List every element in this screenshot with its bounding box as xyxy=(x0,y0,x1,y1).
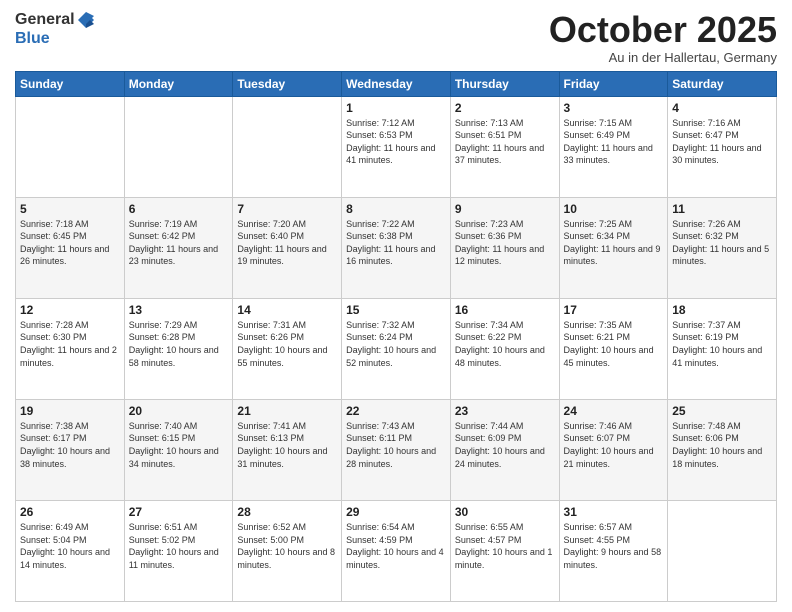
day-26: 26 Sunrise: 6:49 AM Sunset: 5:04 PM Dayl… xyxy=(16,500,125,601)
day-9: 9 Sunrise: 7:23 AM Sunset: 6:36 PM Dayli… xyxy=(450,197,559,298)
week-row-2: 5 Sunrise: 7:18 AM Sunset: 6:45 PM Dayli… xyxy=(16,197,777,298)
day-18: 18 Sunrise: 7:37 AM Sunset: 6:19 PM Dayl… xyxy=(668,298,777,399)
logo-general: General xyxy=(15,11,75,28)
day-8: 8 Sunrise: 7:22 AM Sunset: 6:38 PM Dayli… xyxy=(342,197,451,298)
col-friday: Friday xyxy=(559,71,668,96)
col-thursday: Thursday xyxy=(450,71,559,96)
day-3: 3 Sunrise: 7:15 AM Sunset: 6:49 PM Dayli… xyxy=(559,96,668,197)
day-5: 5 Sunrise: 7:18 AM Sunset: 6:45 PM Dayli… xyxy=(16,197,125,298)
day-6: 6 Sunrise: 7:19 AM Sunset: 6:42 PM Dayli… xyxy=(124,197,233,298)
day-28: 28 Sunrise: 6:52 AM Sunset: 5:00 PM Dayl… xyxy=(233,500,342,601)
empty-cell xyxy=(16,96,125,197)
day-7: 7 Sunrise: 7:20 AM Sunset: 6:40 PM Dayli… xyxy=(233,197,342,298)
week-row-4: 19 Sunrise: 7:38 AM Sunset: 6:17 PM Dayl… xyxy=(16,399,777,500)
header: General Blue October 2025 Au in der Hall… xyxy=(15,10,777,65)
day-4: 4 Sunrise: 7:16 AM Sunset: 6:47 PM Dayli… xyxy=(668,96,777,197)
empty-cell xyxy=(233,96,342,197)
page: General Blue October 2025 Au in der Hall… xyxy=(0,0,792,612)
day-10: 10 Sunrise: 7:25 AM Sunset: 6:34 PM Dayl… xyxy=(559,197,668,298)
week-row-5: 26 Sunrise: 6:49 AM Sunset: 5:04 PM Dayl… xyxy=(16,500,777,601)
day-31: 31 Sunrise: 6:57 AM Sunset: 4:55 PM Dayl… xyxy=(559,500,668,601)
week-row-3: 12 Sunrise: 7:28 AM Sunset: 6:30 PM Dayl… xyxy=(16,298,777,399)
day-30: 30 Sunrise: 6:55 AM Sunset: 4:57 PM Dayl… xyxy=(450,500,559,601)
day-15: 15 Sunrise: 7:32 AM Sunset: 6:24 PM Dayl… xyxy=(342,298,451,399)
day-20: 20 Sunrise: 7:40 AM Sunset: 6:15 PM Dayl… xyxy=(124,399,233,500)
day-1: 1 Sunrise: 7:12 AM Sunset: 6:53 PM Dayli… xyxy=(342,96,451,197)
week-row-1: 1 Sunrise: 7:12 AM Sunset: 6:53 PM Dayli… xyxy=(16,96,777,197)
day-19: 19 Sunrise: 7:38 AM Sunset: 6:17 PM Dayl… xyxy=(16,399,125,500)
logo: General Blue xyxy=(15,10,97,48)
day-11: 11 Sunrise: 7:26 AM Sunset: 6:32 PM Dayl… xyxy=(668,197,777,298)
logo-blue: Blue xyxy=(15,30,50,47)
day-14: 14 Sunrise: 7:31 AM Sunset: 6:26 PM Dayl… xyxy=(233,298,342,399)
col-saturday: Saturday xyxy=(668,71,777,96)
col-tuesday: Tuesday xyxy=(233,71,342,96)
day-27: 27 Sunrise: 6:51 AM Sunset: 5:02 PM Dayl… xyxy=(124,500,233,601)
day-21: 21 Sunrise: 7:41 AM Sunset: 6:13 PM Dayl… xyxy=(233,399,342,500)
empty-cell xyxy=(124,96,233,197)
title-block: October 2025 Au in der Hallertau, German… xyxy=(549,10,777,65)
day-22: 22 Sunrise: 7:43 AM Sunset: 6:11 PM Dayl… xyxy=(342,399,451,500)
day-25: 25 Sunrise: 7:48 AM Sunset: 6:06 PM Dayl… xyxy=(668,399,777,500)
calendar-table: Sunday Monday Tuesday Wednesday Thursday… xyxy=(15,71,777,602)
day-16: 16 Sunrise: 7:34 AM Sunset: 6:22 PM Dayl… xyxy=(450,298,559,399)
month-title: October 2025 xyxy=(549,10,777,50)
day-17: 17 Sunrise: 7:35 AM Sunset: 6:21 PM Dayl… xyxy=(559,298,668,399)
logo-icon xyxy=(76,10,96,30)
day-12: 12 Sunrise: 7:28 AM Sunset: 6:30 PM Dayl… xyxy=(16,298,125,399)
day-13: 13 Sunrise: 7:29 AM Sunset: 6:28 PM Dayl… xyxy=(124,298,233,399)
col-monday: Monday xyxy=(124,71,233,96)
day-29: 29 Sunrise: 6:54 AM Sunset: 4:59 PM Dayl… xyxy=(342,500,451,601)
location-subtitle: Au in der Hallertau, Germany xyxy=(549,50,777,65)
day-24: 24 Sunrise: 7:46 AM Sunset: 6:07 PM Dayl… xyxy=(559,399,668,500)
col-wednesday: Wednesday xyxy=(342,71,451,96)
day-2: 2 Sunrise: 7:13 AM Sunset: 6:51 PM Dayli… xyxy=(450,96,559,197)
empty-cell xyxy=(668,500,777,601)
day-23: 23 Sunrise: 7:44 AM Sunset: 6:09 PM Dayl… xyxy=(450,399,559,500)
col-sunday: Sunday xyxy=(16,71,125,96)
